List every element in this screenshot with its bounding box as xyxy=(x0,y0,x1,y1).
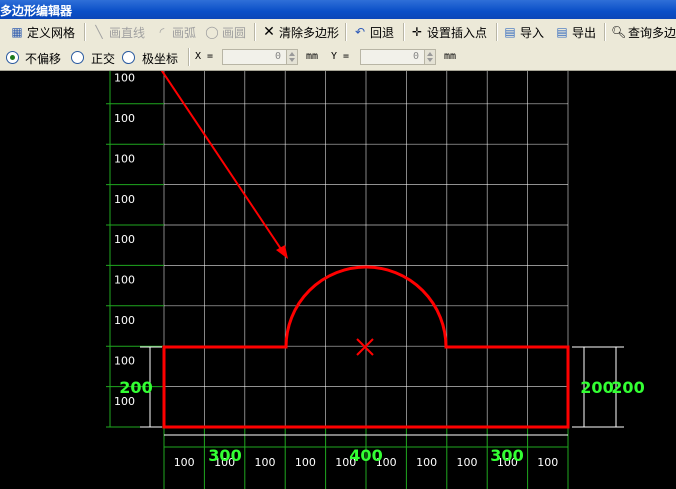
column-label: 100 xyxy=(255,456,276,469)
annotation-arrow xyxy=(160,71,286,256)
draw-line-label: 画直线 xyxy=(109,25,146,40)
query-label: 查询多边 xyxy=(628,25,676,40)
row-label: 100 xyxy=(114,72,135,85)
polar-radio[interactable] xyxy=(122,51,135,64)
toolbar-separator xyxy=(254,23,256,41)
no-offset-label: 不偏移 xyxy=(25,52,62,66)
query-polygon-button[interactable]: 🔍︎ 查询多边 xyxy=(611,22,676,42)
draw-circle-label: 画圆 xyxy=(222,25,247,40)
circle-icon: ◯ xyxy=(205,25,219,39)
row-label: 100 xyxy=(114,193,135,206)
column-label: 100 xyxy=(295,456,316,469)
toolbar: ▦ 定义网格 ╲ 画直线 ◜ 画弧 ◯ 画圆 ✕ 清除多边形 ↶ 回退 ✛ 设置… xyxy=(0,19,676,46)
clear-polygon-label: 清除多边形 xyxy=(279,25,340,40)
toolbar-separator xyxy=(604,23,606,41)
options-bar: 不偏移 正交 极坐标 X = 0 mm Y = 0 mm xyxy=(0,45,676,71)
import-button[interactable]: ▤ 导入 xyxy=(503,22,544,42)
export-button[interactable]: ▤ 导出 xyxy=(555,22,596,42)
define-grid-button[interactable]: ▦ 定义网格 xyxy=(10,22,75,42)
set-insert-point-label: 设置插入点 xyxy=(427,25,488,40)
grid-labels: 100 100 100 100 100 100 100 100 100 100 100 100 100 1… xyxy=(114,72,558,469)
no-offset-radio[interactable] xyxy=(6,51,19,64)
export-label: 导出 xyxy=(572,25,597,40)
column-label: 100 xyxy=(537,456,558,469)
arc-icon: ◜ xyxy=(159,25,165,39)
right-dimension-value: 200 xyxy=(611,378,644,397)
clear-polygon-button[interactable]: ✕ 清除多边形 xyxy=(262,22,339,42)
center-mark xyxy=(356,338,374,356)
row-label: 100 xyxy=(114,274,135,287)
toolbar-separator xyxy=(345,23,347,41)
undo-label: 回退 xyxy=(370,25,395,40)
row-label: 100 xyxy=(114,354,135,367)
x-unit: mm xyxy=(306,51,319,62)
y-unit: mm xyxy=(444,51,457,62)
toolbar-separator xyxy=(403,23,405,41)
search-icon: 🔍︎ xyxy=(611,25,627,39)
bottom-dimension-value: 400 xyxy=(349,446,382,465)
define-grid-label: 定义网格 xyxy=(27,25,76,40)
ortho-label: 正交 xyxy=(91,52,116,66)
export-icon: ▤ xyxy=(556,25,568,39)
grid xyxy=(163,71,569,428)
ortho-radio[interactable] xyxy=(71,51,84,64)
undo-icon: ↶ xyxy=(354,25,366,39)
row-label: 100 xyxy=(114,314,135,327)
draw-line-button[interactable]: ╲ 画直线 xyxy=(92,22,145,42)
x-label: X = xyxy=(195,51,214,62)
toolbar-separator xyxy=(84,23,86,41)
column-label: 100 xyxy=(174,456,195,469)
row-label: 100 xyxy=(114,112,135,125)
bottom-dimension-value: 300 xyxy=(490,446,523,465)
title-bar: 多边形编辑器 xyxy=(0,0,676,19)
polar-label: 极坐标 xyxy=(142,52,179,66)
y-label: Y = xyxy=(331,51,350,62)
import-label: 导入 xyxy=(520,25,545,40)
set-insert-point-button[interactable]: ✛ 设置插入点 xyxy=(410,22,487,42)
grid-icon: ▦ xyxy=(11,25,23,39)
crosshair-icon: ✛ xyxy=(411,25,423,39)
column-label: 100 xyxy=(416,456,437,469)
draw-arc-label: 画弧 xyxy=(172,25,197,40)
toolbar-separator xyxy=(496,23,498,41)
undo-button[interactable]: ↶ 回退 xyxy=(353,22,394,42)
y-spinner[interactable] xyxy=(424,49,436,65)
window-title: 多边形编辑器 xyxy=(0,4,73,18)
left-dimension-value: 200 xyxy=(119,378,152,397)
import-icon: ▤ xyxy=(504,25,516,39)
row-label: 100 xyxy=(114,152,135,165)
draw-circle-button[interactable]: ◯ 画圆 xyxy=(205,22,246,42)
draw-arc-button[interactable]: ◜ 画弧 xyxy=(155,22,196,42)
column-label: 100 xyxy=(457,456,478,469)
row-label: 100 xyxy=(114,233,135,246)
options-separator xyxy=(188,48,190,66)
annotation-arrowhead xyxy=(276,245,288,259)
right-dimension-value: 200 xyxy=(580,378,613,397)
line-icon: ╲ xyxy=(95,25,103,39)
close-icon: ✕ xyxy=(263,24,275,40)
x-spinner[interactable] xyxy=(286,49,298,65)
drawing-canvas[interactable]: 100 100 100 100 100 100 100 100 100 100 100 100 100 1… xyxy=(0,71,676,489)
dimension-text: 300 400 300200 200200 xyxy=(119,378,644,465)
bottom-dimension-value: 300 xyxy=(208,446,241,465)
